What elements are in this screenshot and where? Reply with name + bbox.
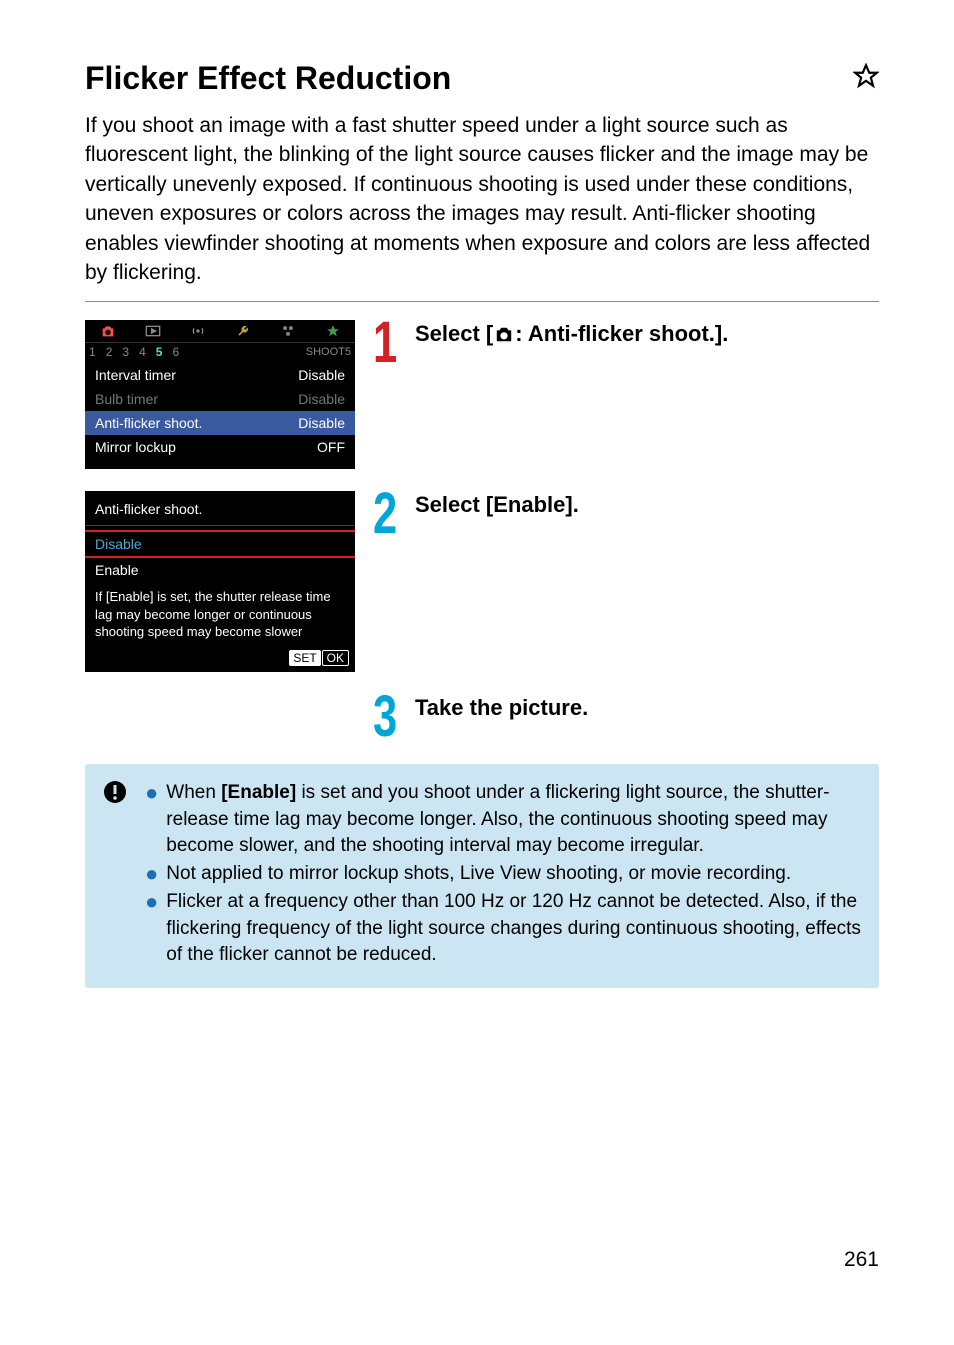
camera-menu-screenshot-2: Anti-flicker shoot. Disable Enable If [E… [85,491,355,672]
option-enable: Enable [85,558,355,582]
caution-icon [103,780,127,970]
note-bullet-3: ● Flicker at a frequency other than 100 … [145,889,861,968]
wireless-icon [175,320,220,342]
page-title: Flicker Effect Reduction [85,60,451,97]
camera-icon [85,320,130,342]
camera-menu-screenshot-1: 1 2 3 4 5 6 SHOOT5 Interval timerDisable… [85,320,355,469]
divider [85,301,879,302]
note-bullet-2: ● Not applied to mirror lockup shots, Li… [145,861,861,887]
menu-row-bulb: Bulb timerDisable [85,387,355,411]
page-number: 261 [85,1248,879,1272]
note-bullet-1: ● When [Enable] is set and you shoot und… [145,780,861,859]
step-number-1: 1 [373,320,399,366]
wrench-icon [220,320,265,342]
caution-box: ● When [Enable] is set and you shoot und… [85,764,879,988]
subtab-3: 3 [122,345,129,359]
sc2-header: Anti-flicker shoot. [85,491,355,525]
subtab-1: 1 [89,345,96,359]
menu-row-mirror: Mirror lockupOFF [85,435,355,459]
camera-icon [493,322,515,350]
step-number-3: 3 [373,694,399,740]
step-3-text: Take the picture. [415,694,588,722]
star-icon [853,63,879,94]
play-icon [130,320,175,342]
subtab-5: 5 [156,345,163,359]
subtab-4: 4 [139,345,146,359]
sc2-hint: If [Enable] is set, the shutter release … [85,582,355,649]
subtab-6: 6 [172,345,179,359]
subtab-2: 2 [106,345,113,359]
menu-row-antiflicker: Anti-flicker shoot.Disable [85,411,355,435]
option-disable: Disable [85,530,355,558]
tab-label: SHOOT5 [306,346,351,358]
step-number-2: 2 [373,491,399,537]
custom-icon [265,320,310,342]
menu-row-interval: Interval timerDisable [85,363,355,387]
step-2-text: Select [Enable]. [415,491,579,519]
intro-paragraph: If you shoot an image with a fast shutte… [85,111,879,287]
set-ok-button: SETOK [85,649,355,672]
mymenu-star-icon [310,320,355,342]
step-1-text: Select [: Anti-flicker shoot.]. [415,320,728,350]
